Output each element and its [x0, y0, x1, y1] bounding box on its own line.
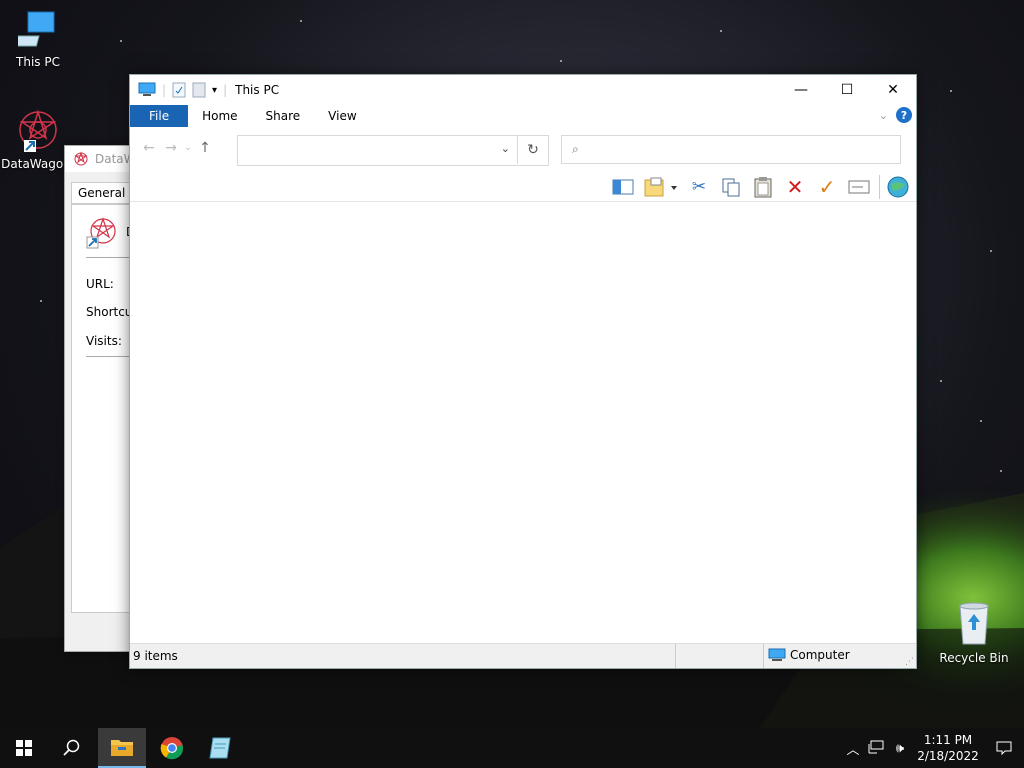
start-icon — [16, 740, 32, 756]
explorer-titlebar[interactable]: | ▾ | This PC — ☐ ✕ — [130, 75, 916, 105]
resize-grip-icon[interactable]: ⋰ — [905, 657, 914, 667]
file-explorer-window[interactable]: | ▾ | This PC — ☐ ✕ File Home Share View… — [129, 74, 917, 669]
qat-dropdown-icon[interactable]: ▾ — [212, 85, 217, 96]
computer-zone-icon — [768, 648, 786, 661]
datawagon-small-icon — [74, 151, 88, 166]
network-icon[interactable] — [864, 740, 888, 757]
up-arrow-icon[interactable]: ↑ — [194, 140, 216, 156]
recent-locations-icon[interactable]: ⌄ — [182, 143, 194, 153]
system-tray: ︿ 🕪 1:11 PM 2/18/2022 — [842, 728, 1024, 768]
search-input[interactable] — [584, 141, 900, 158]
start-button[interactable] — [0, 728, 48, 768]
file-list-area[interactable] — [130, 201, 916, 644]
new-folder-qat-icon[interactable] — [192, 82, 206, 98]
copy-icon[interactable] — [719, 175, 743, 199]
cut-icon[interactable]: ✂ — [687, 175, 711, 199]
back-arrow-icon[interactable]: ← — [138, 140, 160, 156]
paste-icon[interactable] — [751, 175, 775, 199]
zone-label: Computer — [790, 648, 850, 662]
tab-share[interactable]: Share — [252, 105, 315, 127]
address-bar[interactable]: ⌄ — [237, 135, 549, 166]
properties-icon[interactable] — [172, 82, 186, 98]
forward-arrow-icon[interactable]: → — [160, 140, 182, 156]
desktop-icon-datawagon[interactable]: DataWagon — [0, 108, 72, 171]
rename-icon[interactable] — [847, 175, 871, 199]
desktop-icon-recycle-bin[interactable]: Recycle Bin — [938, 600, 1010, 665]
desktop-icon-this-pc[interactable]: This PC — [2, 10, 74, 69]
ribbon-tabs: File Home Share View ⌄ ? — [130, 105, 916, 127]
taskbar: ︿ 🕪 1:11 PM 2/18/2022 — [0, 728, 1024, 768]
clock-date: 2/18/2022 — [917, 749, 979, 763]
clock-time: 1:11 PM — [923, 733, 973, 747]
search-icon: ⌕ — [572, 142, 579, 156]
taskbar-file-explorer[interactable] — [98, 728, 146, 768]
quick-access-toolbar: | ▾ | — [130, 82, 227, 98]
maximize-button[interactable]: ☐ — [824, 75, 870, 105]
navigation-bar: ← → ⌄ ↑ ⌄ ↻ ⌕ — [130, 127, 916, 169]
tab-file[interactable]: File — [130, 105, 189, 127]
chrome-icon — [160, 737, 184, 760]
desktop-icon-label: This PC — [16, 55, 60, 69]
search-icon — [63, 739, 80, 756]
address-dropdown-icon[interactable]: ⌄ — [501, 142, 510, 155]
tab-home[interactable]: Home — [188, 105, 251, 127]
taskbar-notepad[interactable] — [196, 728, 244, 768]
help-button[interactable]: ? — [896, 107, 912, 123]
new-folder-icon[interactable] — [643, 175, 679, 199]
desktop-icon-label: DataWagon — [1, 157, 71, 171]
datawagon-icon — [19, 109, 57, 152]
clock[interactable]: 1:11 PM 2/18/2022 — [912, 732, 984, 764]
custom-toolbar: ✂ ✕ ✓ — [611, 173, 910, 201]
desktop-icon-label: Recycle Bin — [939, 651, 1009, 665]
window-title: This PC — [235, 83, 280, 97]
taskbar-chrome[interactable] — [148, 728, 196, 768]
shortcut-icon — [86, 217, 116, 249]
globe-icon[interactable] — [879, 175, 910, 199]
recycle-bin-icon — [959, 602, 989, 645]
status-bar: 9 items Computer ⋰ — [130, 643, 916, 668]
refresh-button[interactable]: ↻ — [517, 135, 548, 164]
computer-icon — [13, 11, 55, 47]
tab-general[interactable]: General — [71, 182, 133, 204]
search-button[interactable] — [48, 728, 96, 768]
tab-view[interactable]: View — [314, 105, 370, 127]
item-count: 9 items — [133, 649, 178, 663]
close-button[interactable]: ✕ — [870, 75, 916, 105]
file-explorer-icon — [111, 740, 133, 756]
url-label: URL: — [86, 277, 114, 291]
search-box[interactable]: ⌕ — [561, 135, 901, 164]
show-hidden-icons-icon[interactable]: ︿ — [842, 739, 864, 758]
delete-icon[interactable]: ✕ — [783, 175, 807, 199]
expand-ribbon-icon[interactable]: ⌄ — [879, 109, 888, 122]
visits-label: Visits: — [86, 334, 122, 348]
volume-icon[interactable]: 🕪 — [888, 741, 912, 756]
notifications-icon[interactable] — [984, 741, 1024, 755]
minimize-button[interactable]: — — [778, 75, 824, 105]
panes-icon[interactable] — [611, 175, 635, 199]
notepad-icon — [209, 737, 231, 759]
check-icon[interactable]: ✓ — [815, 175, 839, 199]
this-pc-icon[interactable] — [138, 82, 156, 98]
